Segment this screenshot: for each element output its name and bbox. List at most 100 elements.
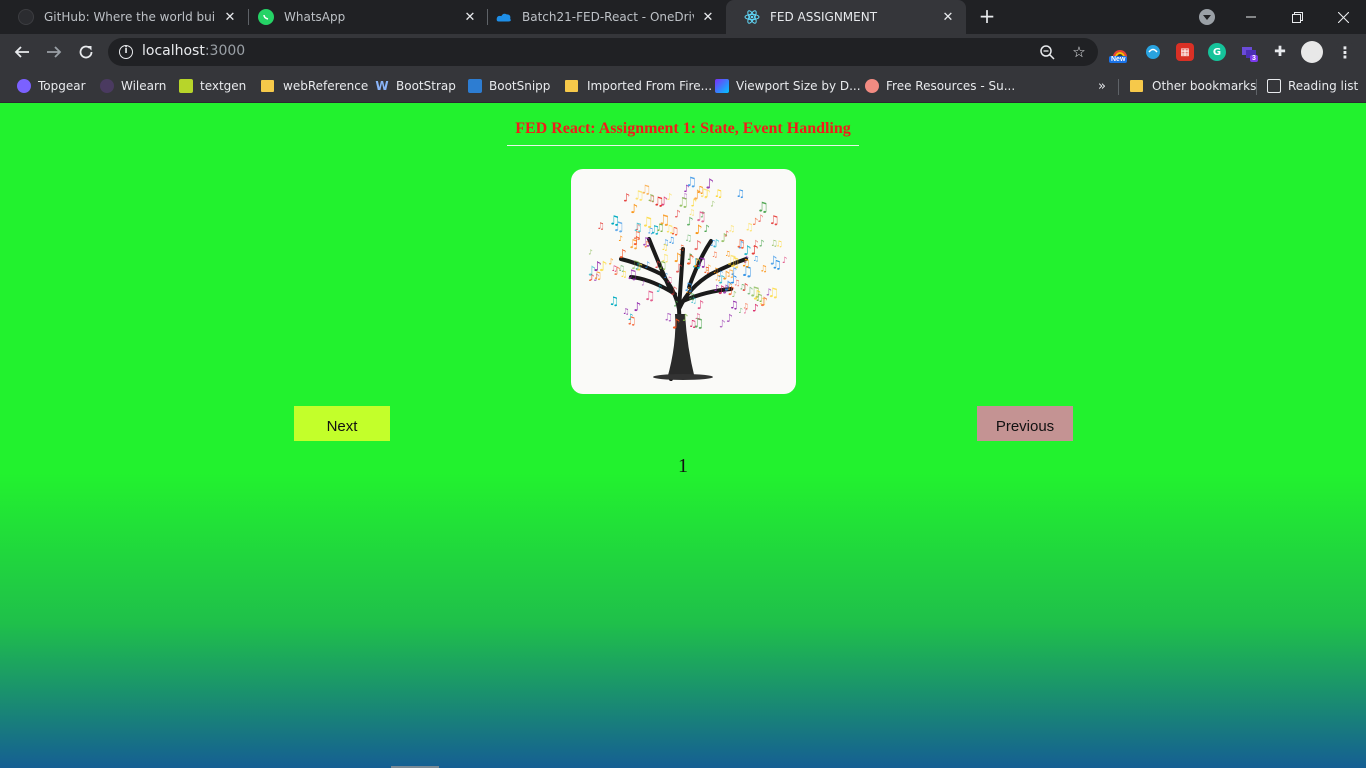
bookmark-bootstrap[interactable]: W BootStrap [375,76,456,96]
tab-whatsapp[interactable]: WhatsApp ✕ [240,0,488,34]
close-icon[interactable]: ✕ [462,9,478,25]
close-icon[interactable]: ✕ [940,9,956,25]
bookmark-topgear[interactable]: Topgear [17,76,86,96]
red-extension-icon[interactable]: ▦ [1176,43,1194,61]
music-note-decoration: ♪ [757,213,764,225]
tab-github[interactable]: GitHub: Where the world builds s ✕ [0,0,248,34]
music-note-decoration: ♪ [660,193,668,208]
tab-title: GitHub: Where the world builds s [44,10,216,24]
music-note-decoration: ♪ [682,313,688,324]
bookmark-label: Topgear [38,79,86,93]
grammarly-icon[interactable]: G [1208,43,1226,61]
previous-button[interactable]: Previous [977,406,1073,441]
folder-icon [1130,80,1143,92]
minimize-button[interactable] [1228,0,1274,34]
bootstrap-icon: W [375,79,389,93]
music-note-decoration: ♫ [736,188,745,200]
counter-value: 1 [678,455,688,477]
page-content: FED React: Assignment 1: State, Event Ha… [0,103,1366,768]
close-icon[interactable]: ✕ [222,9,238,25]
music-note-decoration: ♪ [645,260,651,271]
back-button[interactable] [10,40,34,64]
bookmark-viewport[interactable]: Viewport Size by D... [715,76,861,96]
music-note-decoration: ♪ [760,295,768,310]
close-icon[interactable]: ✕ [700,9,716,25]
music-note-decoration: ♫ [771,257,782,271]
music-note-decoration: ♪ [673,299,678,309]
reading-list-icon [1267,79,1281,93]
music-note-decoration: ♪ [623,191,630,205]
music-note-decoration: ♪ [590,273,595,282]
forward-button[interactable] [42,40,66,64]
bookmark-wilearn[interactable]: Wilearn [100,76,166,96]
music-note-decoration: ♪ [703,224,709,235]
music-note-decoration: ♫ [683,280,693,294]
tab-title: FED ASSIGNMENT [770,10,878,24]
tab-title: Batch21-FED-React - OneDrive [522,10,694,24]
wilearn-icon [100,79,114,93]
music-note-decoration: ♫ [726,268,736,280]
music-note-decoration: ♫ [684,234,692,244]
reload-button[interactable] [74,40,98,64]
tab-fed-assignment[interactable]: FED ASSIGNMENT ✕ [726,0,966,34]
heading-underline [507,145,859,146]
music-note-decoration: ♫ [657,259,667,272]
music-note-decoration: ♫ [696,185,705,196]
bookmark-label: BootStrap [396,79,456,93]
textgen-icon [179,79,193,93]
music-note-decoration: ♫ [767,286,779,301]
bookmark-star-icon[interactable]: ☆ [1070,43,1088,61]
bookmark-separator [1256,79,1257,95]
tab-strip: GitHub: Where the world builds s ✕ Whats… [0,0,1366,34]
music-note-decoration: ♪ [720,231,728,245]
blue-extension-icon[interactable] [1144,43,1162,61]
tab-onedrive[interactable]: Batch21-FED-React - OneDrive ✕ [478,0,726,34]
browser-menu-icon[interactable]: ⋮ [1336,43,1354,62]
new-extension-icon[interactable]: New [1109,43,1129,63]
close-window-button[interactable] [1320,0,1366,34]
folder-icon [565,80,578,92]
music-tree-image: ♪ ♪ ♫ ♪ ♪ ♫ ♫ ♫ ♫ ♪ ♪ ♫ ♪ ♫ ♪ ♪ ♪ ♪ ♫ ♫ ♫ ♫ ♫ ♪ ♪ ♪ ♫ ♪ ♪ ♪ ♫ ♪ ♫ ♫ ♪ ♫ ♪ ♪ ♪ ♫… [571,169,796,394]
reading-list-button[interactable]: Reading list [1267,76,1358,96]
bookmark-bootsnipp[interactable]: BootSnipp [468,76,550,96]
music-note-decoration: ♪ [641,279,645,287]
music-note-decoration: ♪ [759,239,765,250]
bookmark-other-bookmarks[interactable]: Other bookmarks [1130,76,1256,96]
profile-avatar-icon[interactable] [1301,41,1323,63]
react-icon [744,9,760,25]
bookmark-separator [1118,79,1119,95]
music-note-decoration: ♪ [593,259,602,275]
next-button[interactable]: Next [294,406,390,441]
bookmark-label: Reading list [1288,79,1359,93]
music-note-decoration: ♪ [672,317,681,333]
bookmark-label: Free Resources - Su... [886,79,1016,93]
music-note-decoration: ♫ [703,266,711,276]
music-note-decoration: ♪ [694,223,702,238]
tab-search-icon[interactable] [1199,9,1215,25]
bookmarks-overflow-button[interactable]: » [1098,76,1106,96]
music-note-decoration: ♫ [776,238,783,248]
new-tab-button[interactable]: + [976,6,998,28]
music-note-decoration: ♫ [664,312,673,324]
music-note-decoration: ♫ [609,214,620,229]
restore-button[interactable] [1274,0,1320,34]
bookmark-textgen[interactable]: textgen [179,76,246,96]
bookmark-free-resources[interactable]: Free Resources - Su... [865,76,1015,96]
music-note-decoration: ♫ [670,225,679,237]
music-note-decoration: ♫ [694,312,701,321]
music-note-decoration: ♪ [664,271,669,280]
github-icon [18,9,34,25]
bookmark-imported[interactable]: Imported From Fire... [565,76,712,96]
extensions-puzzle-icon[interactable]: ✚ [1271,43,1289,61]
bookmark-webreference[interactable]: webReference [261,76,368,96]
music-note-decoration: ♫ [741,257,751,270]
music-note-decoration: ♪ [713,237,720,251]
site-info-icon[interactable]: i [119,45,133,59]
address-bar[interactable]: i localhost:3000 ☆ [108,38,1098,66]
music-note-decoration: ♫ [714,188,724,200]
music-note-decoration: ♪ [588,248,593,257]
zoom-icon[interactable] [1038,43,1056,61]
music-note-decoration: ♫ [622,307,629,316]
purple-extension-icon[interactable]: 3 [1240,43,1258,62]
music-note-decoration: ♪ [719,319,726,331]
